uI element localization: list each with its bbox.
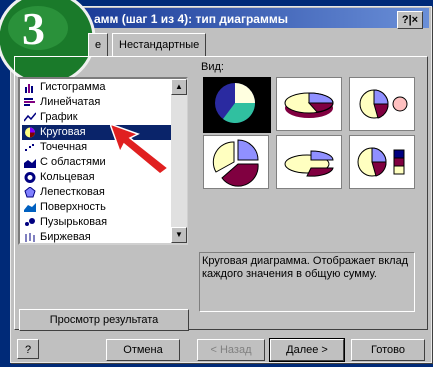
pointer-arrow-icon — [110, 123, 170, 175]
list-item-bubble[interactable]: Пузырьковая — [22, 215, 172, 230]
preview-button[interactable]: Просмотр результата — [19, 309, 189, 331]
pie-3d-subtype-icon — [284, 92, 334, 118]
list-item-label: Кольцевая — [40, 171, 95, 183]
title-help-close-button[interactable]: ?|× — [397, 11, 423, 29]
horizontal-bar-icon — [24, 98, 35, 106]
line-chart-icon — [24, 112, 36, 122]
subtype-bar-of-pie[interactable] — [349, 135, 415, 189]
finish-button[interactable]: Готово — [351, 339, 425, 361]
chart-description: Круговая диаграмма. Отображает вклад каж… — [199, 252, 415, 312]
list-item-label: График — [40, 111, 78, 123]
bubble-icon — [25, 218, 35, 226]
subtype-pie[interactable] — [203, 77, 271, 133]
list-item-horizontal-bar[interactable]: Линейчатая — [22, 95, 172, 110]
list-item-surface[interactable]: Поверхность — [22, 200, 172, 215]
list-scrollbar[interactable]: ▲ ▼ — [171, 79, 187, 243]
doughnut-icon — [24, 172, 36, 183]
exploded-pie-3d-subtype-icon — [284, 150, 334, 177]
area-chart-icon — [24, 159, 36, 168]
radar-icon — [24, 187, 36, 198]
back-button[interactable]: < Назад — [197, 339, 265, 361]
list-item-label: Точечная — [40, 141, 88, 153]
surface-icon — [24, 203, 36, 212]
scroll-up-button[interactable]: ▲ — [171, 79, 187, 95]
bar-of-pie-subtype-icon — [357, 147, 405, 177]
cancel-button[interactable]: Отмена — [106, 339, 180, 361]
help-icon-button[interactable]: ? — [17, 339, 39, 359]
help-icon: ? — [24, 344, 32, 356]
list-item-label: Лепестковая — [40, 186, 105, 198]
list-item-label: Пузырьковая — [40, 216, 108, 228]
list-item-label: Биржевая — [40, 231, 91, 243]
exploded-pie-subtype-icon — [212, 139, 259, 187]
subtype-label: Вид: — [201, 61, 224, 73]
tab-standard[interactable]: е — [88, 33, 109, 56]
scroll-down-button[interactable]: ▼ — [171, 227, 187, 243]
subtype-pie-3d[interactable] — [276, 77, 342, 131]
subtype-exploded-pie[interactable] — [203, 135, 269, 189]
scatter-icon — [25, 144, 34, 151]
next-button[interactable]: Далее > — [269, 338, 345, 362]
list-item-label: Гистограмма — [40, 81, 106, 93]
bar-chart-icon — [25, 84, 33, 93]
pie-subtype-icon — [215, 83, 255, 123]
list-item-label: Линейчатая — [40, 96, 101, 108]
stock-icon — [25, 233, 35, 242]
list-item-label: Поверхность — [40, 201, 106, 213]
subtype-grid — [199, 75, 421, 243]
pie-of-pie-subtype-icon — [359, 89, 408, 119]
list-item-label: С областями — [40, 156, 106, 168]
window-title: амм (шаг 1 из 4): тип диаграммы — [94, 12, 288, 26]
step-number: 3 — [22, 3, 45, 54]
pie-chart-icon — [25, 127, 35, 138]
list-item-label: Круговая — [40, 126, 86, 138]
subtype-exploded-pie-3d[interactable] — [276, 135, 342, 189]
list-item-radar[interactable]: Лепестковая — [22, 185, 172, 200]
list-item-bar[interactable]: Гистограмма — [22, 80, 172, 95]
subtype-pie-of-pie[interactable] — [349, 77, 415, 131]
list-item-stock[interactable]: Биржевая — [22, 230, 172, 243]
tab-custom[interactable]: Нестандартные — [112, 33, 207, 57]
